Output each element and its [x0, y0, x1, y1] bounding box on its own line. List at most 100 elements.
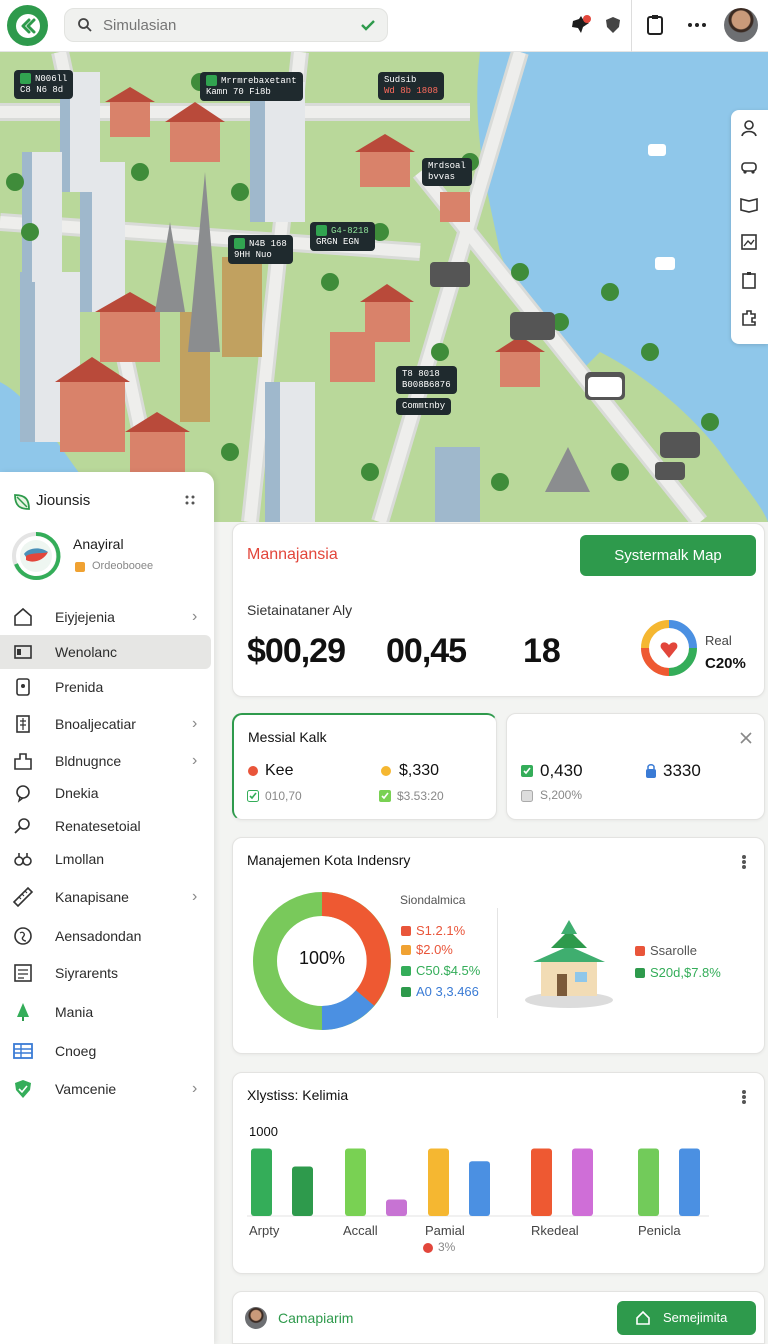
check-icon	[20, 73, 31, 84]
clipboard-icon	[16, 715, 30, 733]
sidebar-item-2[interactable]: Prenida	[0, 670, 212, 704]
clipboard-icon	[647, 15, 663, 35]
more-icon	[688, 23, 706, 27]
bar-chart-card: Xlystiss: Kelimia 1000 Arpty Accall Pami…	[232, 1072, 765, 1274]
divider	[497, 908, 498, 1018]
lock-icon	[646, 764, 656, 778]
x-tick-label: Arpty	[249, 1223, 280, 1238]
sidebar-item-13[interactable]: Vamcenie ›	[0, 1072, 212, 1106]
map-label[interactable]: Commtnby	[396, 398, 452, 415]
sidebar-item-5[interactable]: Dnekia	[0, 776, 212, 810]
back-button[interactable]	[7, 5, 48, 46]
map-label[interactable]: Mrrmrebaxetant Kamn 70 Fi8b	[200, 72, 303, 101]
bar-chart	[247, 1148, 709, 1217]
image-icon[interactable]	[739, 232, 759, 252]
sidebar-item-10[interactable]: Siyrarents	[0, 956, 212, 990]
grip-icon[interactable]	[184, 494, 196, 506]
legend-swatch	[401, 926, 411, 936]
legend-item: S20d,$7.8%	[650, 965, 721, 980]
stats-card-title: Messial Kalk	[248, 729, 327, 745]
sidebar-item-4[interactable]: Bldnugnce ›	[0, 744, 212, 778]
building-icon	[14, 753, 32, 770]
chevron-right-icon: ›	[192, 608, 198, 625]
profile-name: Anayiral	[73, 536, 124, 552]
profile-ring	[12, 531, 61, 580]
map-label[interactable]: N006ll C8 N6 8d	[14, 70, 74, 99]
map-label[interactable]: Mrdsoal bvvas	[422, 158, 472, 186]
bar	[679, 1148, 700, 1216]
bar	[386, 1199, 407, 1216]
list-icon	[14, 964, 32, 982]
bar	[469, 1161, 490, 1216]
bar	[638, 1148, 659, 1216]
sidebar-item-12[interactable]: Cnoeg	[0, 1034, 212, 1068]
check-icon	[247, 790, 259, 802]
layout-icon	[14, 645, 32, 659]
sidebar-item-3[interactable]: Bnoaljecatiar ›	[0, 707, 212, 741]
search-icon	[14, 818, 30, 834]
sidebar-item-6[interactable]: Renatesetoial	[0, 809, 212, 843]
summary-card: Mannajansia Systermalk Map Sietainataner…	[232, 523, 765, 697]
x-tick-label: Rkedeal	[531, 1223, 579, 1238]
metric-value-3: 18	[523, 632, 561, 670]
legend-swatch	[635, 946, 645, 956]
x-tick-label: Penicla	[638, 1223, 681, 1238]
more-vertical-icon[interactable]	[741, 1089, 747, 1105]
avatar[interactable]	[724, 8, 758, 42]
sidebar-item-8[interactable]: Kanapisane ›	[0, 880, 212, 914]
chart-note: 3%	[438, 1240, 456, 1254]
shield-icon	[15, 1080, 31, 1098]
stat-b-label: $,330	[399, 762, 440, 779]
sidebar-item-9[interactable]: Aensadondan	[0, 919, 212, 953]
map-canvas	[0, 52, 768, 522]
car-icon[interactable]	[739, 156, 759, 176]
notification-button[interactable]	[568, 12, 594, 38]
metric-value-1: $00,29	[247, 632, 346, 670]
more-button[interactable]	[684, 12, 710, 38]
gauge-value: C20%	[705, 655, 746, 672]
sidebar-item-11[interactable]: Mania	[0, 995, 212, 1029]
legend-swatch	[635, 968, 645, 978]
image-icon	[521, 790, 533, 802]
clipboard-icon[interactable]	[739, 270, 759, 290]
close-icon[interactable]	[739, 731, 753, 745]
user-icon[interactable]	[739, 118, 759, 138]
map-label[interactable]: T8 8018 B008B6876	[396, 366, 457, 394]
sidebar: Jiounsis Anayiral Ordeobooee Eiyjejenia ›…	[0, 472, 214, 1344]
ruler-icon	[12, 886, 34, 908]
city-map[interactable]: N006ll C8 N6 8d Mrrmrebaxetant Kamn 70 Fi8…	[0, 52, 768, 522]
system-map-button[interactable]: Systermalk Map	[580, 535, 756, 576]
metric-value-2: 00,45	[386, 632, 467, 670]
legend-item: C50.$4.5%	[416, 963, 481, 978]
sidebar-item-7[interactable]: Lmollan	[0, 842, 212, 876]
stat-d-label: 3330	[663, 761, 701, 780]
clipboard-button[interactable]	[642, 12, 668, 38]
home-icon	[14, 607, 32, 626]
shield-button[interactable]	[600, 12, 626, 38]
heart-icon	[660, 642, 678, 658]
gauge-label: Real	[705, 633, 732, 648]
map-label[interactable]: G4-8218 GRGN EGN	[310, 222, 375, 251]
search-bar[interactable]	[64, 8, 388, 42]
stat-b-sub: $3.53:20	[397, 789, 444, 803]
puzzle-icon[interactable]	[739, 308, 759, 328]
card-title: Xlystiss: Kelimia	[247, 1087, 349, 1103]
x-tick-label: Pamial	[425, 1223, 465, 1238]
sidebar-item-1[interactable]: Wenolanc	[0, 635, 211, 669]
sidebar-item-0[interactable]: Eiyjejenia ›	[0, 600, 212, 634]
bar	[345, 1148, 366, 1216]
document-icon	[16, 678, 30, 696]
check-icon	[316, 225, 327, 236]
legend-item: Ssarolle	[650, 943, 697, 958]
submit-button[interactable]: Semejimita	[617, 1301, 756, 1335]
book-icon[interactable]	[739, 194, 759, 214]
legend-title: Siondalmica	[400, 893, 466, 907]
check-icon	[521, 765, 533, 777]
more-vertical-icon[interactable]	[741, 854, 747, 870]
search-input[interactable]	[103, 16, 343, 34]
leaf-icon	[14, 494, 30, 510]
stat-c-label: 0,430	[540, 761, 583, 780]
map-label[interactable]: N4B 168 9HH Nuo	[228, 235, 293, 264]
map-label[interactable]: Sudsib Wd 8b 1808	[378, 72, 445, 100]
shield-icon	[606, 17, 620, 33]
